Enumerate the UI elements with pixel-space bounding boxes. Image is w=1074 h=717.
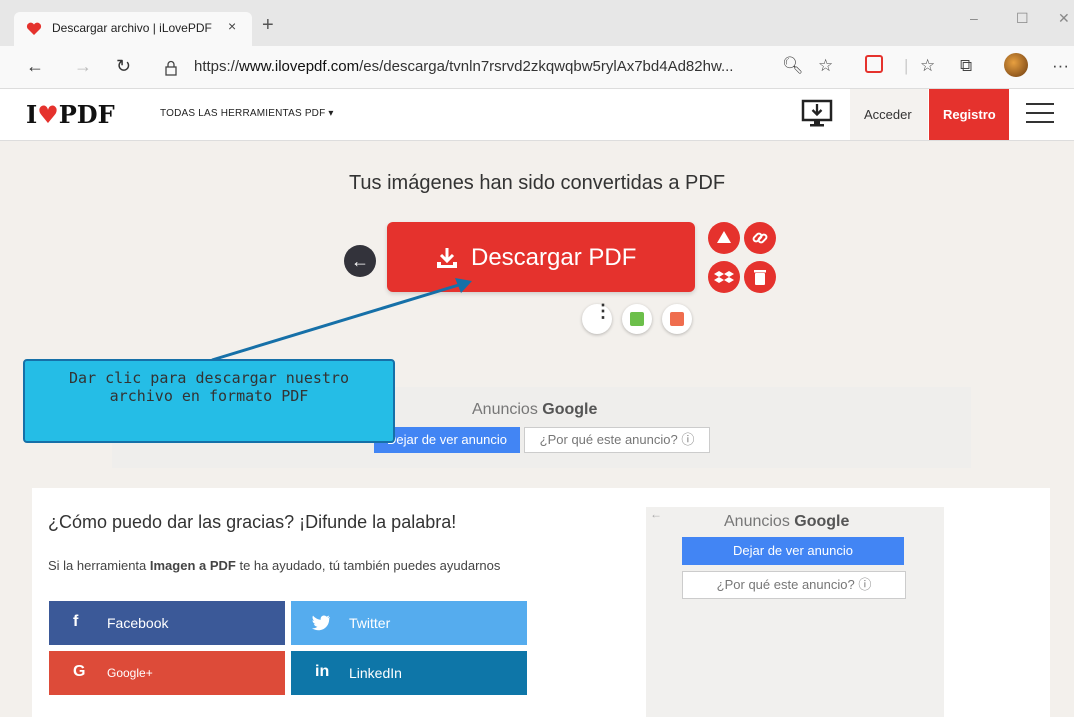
ad-banner-side: ← Anuncios Google Dejar de ver anuncio ¿… [646,507,944,717]
twitter-label: Twitter [349,615,391,631]
ad-back-arrow-icon[interactable]: ← [650,507,662,521]
callout-text: Dar clic para descargar nuestro archivo … [69,369,349,405]
why-ad-button[interactable]: ¿Por qué este anuncio? ⓘ [682,571,906,599]
linkedin-label: LinkedIn [349,665,402,681]
stop-ad-button[interactable]: Dejar de ver anuncio [682,537,904,565]
linkedin-share-button[interactable]: in LinkedIn [291,651,527,695]
facebook-share-button[interactable]: f Facebook [49,601,285,645]
ads-by-google-label: Anuncios Google [724,513,850,530]
share-panel: ¿Cómo puedo dar las gracias? ¡Difunde la… [32,488,1050,717]
share-title: ¿Cómo puedo dar las gracias? ¡Difunde la… [48,512,457,532]
share-description: Si la herramienta Imagen a PDF te ha ayu… [48,558,501,573]
twitter-share-button[interactable]: Twitter [291,601,527,645]
instruction-callout: Dar clic para descargar nuestro archivo … [23,359,395,443]
linkedin-icon: in [315,663,330,680]
twitter-icon [311,615,330,631]
facebook-icon: f [73,613,79,630]
google-plus-share-button[interactable]: G Google+ [49,651,285,695]
google-icon: G [73,663,86,680]
google-plus-label: Google+ [107,666,153,680]
facebook-label: Facebook [107,615,169,631]
